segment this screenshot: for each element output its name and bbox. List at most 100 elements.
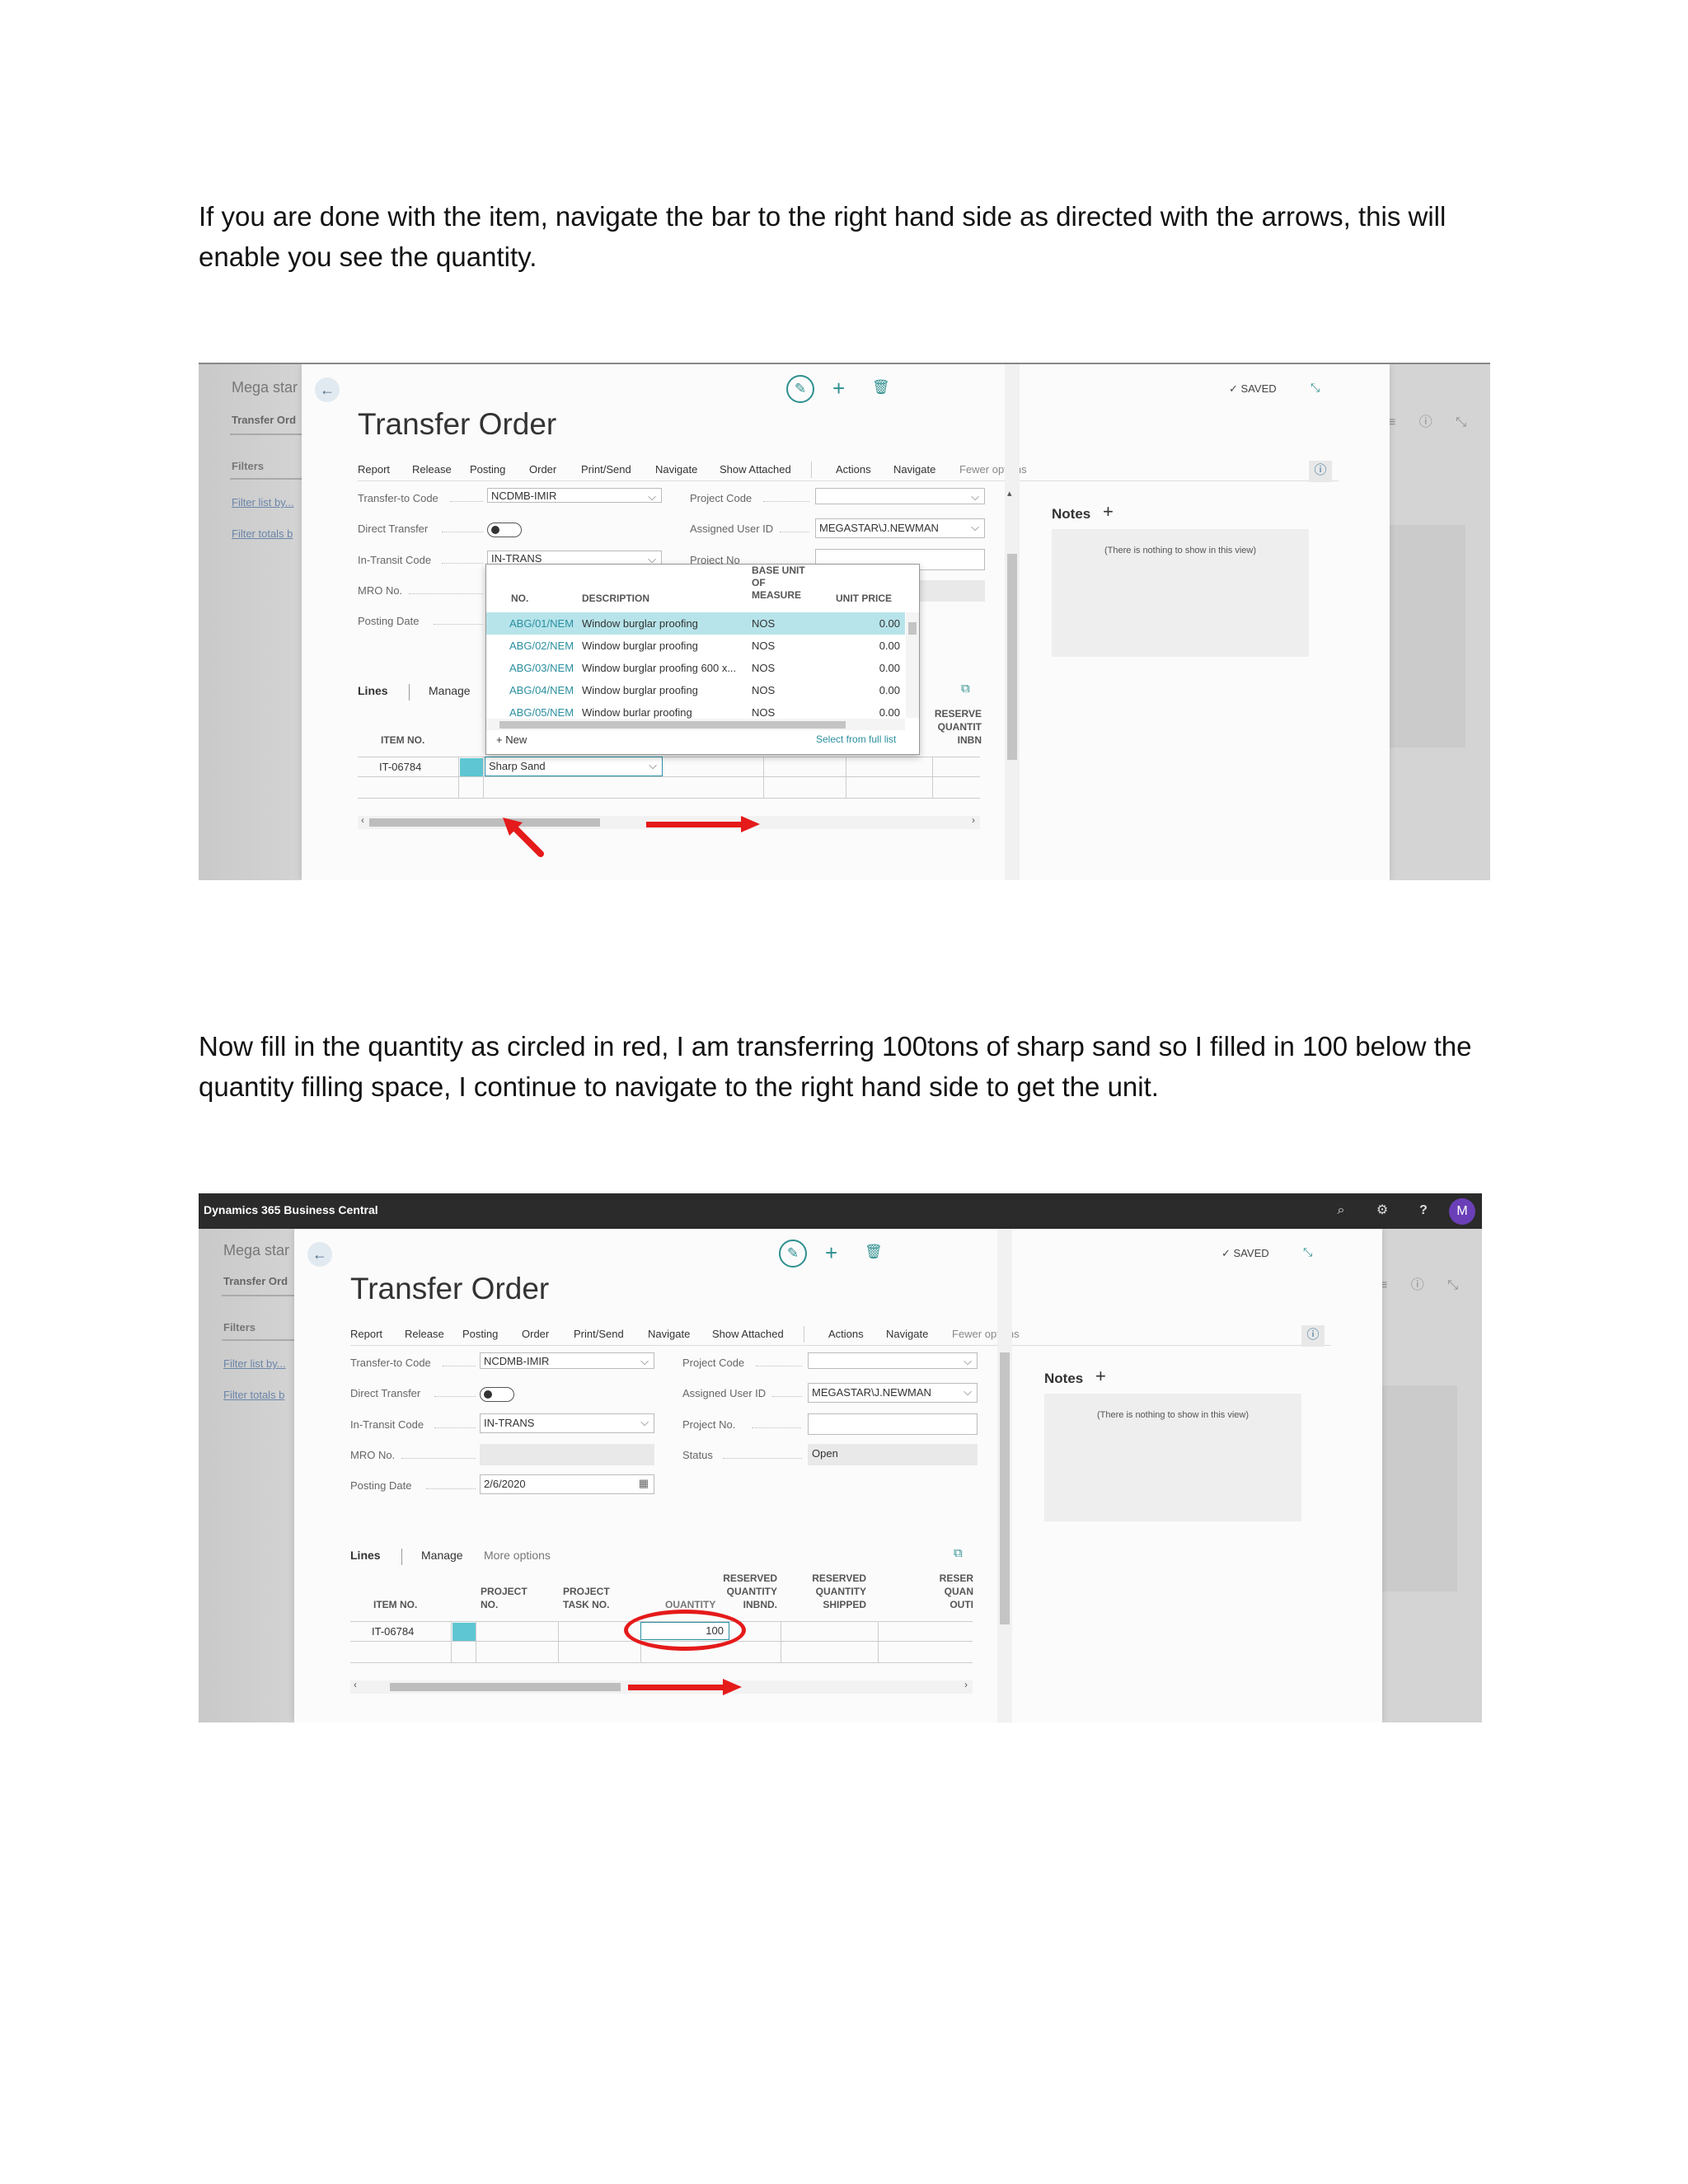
scroll-left-icon[interactable]: ‹ [354, 1679, 357, 1690]
reserved-qty-inbnd-header[interactable]: RESERVE QUANTIT INBN [932, 707, 982, 747]
page-vertical-scrollbar[interactable]: ▴ [1005, 364, 1020, 880]
filter-totals-link[interactable]: Filter totals b [232, 527, 293, 540]
reserved-qty-outbnd-header[interactable]: RESER QUAN OUTI [935, 1572, 973, 1611]
menu-release[interactable]: Release [405, 1328, 444, 1340]
scroll-thumb[interactable] [499, 721, 846, 729]
assigned-user-field[interactable]: MEGASTAR\J.NEWMAN ⌵ [815, 518, 985, 538]
dropdown-row[interactable]: ABG/04/NEM Window burglar proofing NOS 0.00 [486, 679, 905, 701]
in-transit-code-field[interactable]: IN-TRANS ⌵ [480, 1413, 654, 1433]
back-arrow-icon[interactable]: ← [307, 1242, 332, 1267]
dropdown-vertical-scrollbar[interactable] [906, 612, 919, 718]
dropdown-horizontal-scrollbar[interactable] [486, 719, 905, 730]
transfer-to-code-field[interactable]: NCDMB-IMIR ⌵ [480, 1352, 654, 1369]
project-task-no-header[interactable]: PROJECT TASK NO. [563, 1585, 610, 1611]
menu-navigate-2[interactable]: Navigate [893, 463, 935, 476]
transfer-to-code-field[interactable]: NCDMB-IMIR ⌵ [487, 488, 662, 503]
menu-print-send[interactable]: Print/Send [581, 463, 631, 476]
project-code-field[interactable]: ⌵ [815, 488, 985, 504]
posting-date-field[interactable]: 2/6/2020 ▦ [480, 1474, 654, 1494]
menu-navigate-2[interactable]: Navigate [886, 1328, 928, 1340]
item-no-header[interactable]: ITEM NO. [373, 1598, 417, 1611]
new-plus-icon[interactable]: + [832, 376, 845, 401]
dropdown-row[interactable]: ABG/03/NEM Window burglar proofing 600 x.… [486, 657, 905, 679]
lines-more-options[interactable]: More options [484, 1549, 551, 1562]
info-icon[interactable]: ⓘ [1309, 461, 1332, 482]
info-icon[interactable]: ⓘ [1301, 1325, 1325, 1347]
menu-actions[interactable]: Actions [828, 1328, 864, 1340]
scroll-right-icon[interactable]: › [964, 1679, 968, 1690]
table-row[interactable]: IT-06784 [358, 757, 980, 778]
settings-gear-icon[interactable]: ⚙ [1373, 1202, 1391, 1220]
cell-divider [878, 1622, 879, 1643]
add-note-plus-icon[interactable]: + [1095, 1366, 1106, 1387]
reserved-qty-shipped-header[interactable]: RESERVED QUANTITY SHIPPED [804, 1572, 866, 1611]
scroll-thumb[interactable] [908, 622, 917, 635]
delete-trash-icon[interactable]: 🗑 [872, 379, 890, 396]
collapse-icon[interactable]: ⤡ [1311, 381, 1320, 395]
menu-navigate[interactable]: Navigate [655, 463, 697, 476]
menu-report[interactable]: Report [358, 463, 390, 476]
cell-divider [763, 757, 764, 778]
lines-manage[interactable]: Manage [429, 684, 471, 697]
delete-trash-icon[interactable]: 🗑 [865, 1244, 883, 1260]
menu-report[interactable]: Report [350, 1328, 382, 1340]
search-icon[interactable]: ⌕ [1332, 1202, 1350, 1220]
select-full-list-link[interactable]: Select from full list [816, 733, 896, 745]
edit-pencil-icon[interactable]: ✎ [779, 1240, 807, 1268]
assigned-user-field[interactable]: MEGASTAR\J.NEWMAN ⌵ [808, 1383, 978, 1403]
scroll-thumb[interactable] [1007, 554, 1017, 760]
menu-order[interactable]: Order [522, 1328, 549, 1340]
menu-order[interactable]: Order [529, 463, 556, 476]
direct-transfer-toggle[interactable] [480, 1387, 514, 1402]
item-lookup-dropdown[interactable]: NO. DESCRIPTION BASE UNIT OF MEASURE UNI… [485, 564, 920, 755]
table-row-empty[interactable] [358, 778, 980, 799]
lines-manage[interactable]: Manage [421, 1549, 463, 1562]
help-icon[interactable]: ? [1414, 1202, 1432, 1220]
reserved-qty-inbnd-header[interactable]: RESERVED QUANTITY INBND. [723, 1572, 777, 1611]
scroll-thumb[interactable] [390, 1683, 621, 1691]
expand-lines-icon[interactable]: ⧉ [961, 682, 970, 696]
dotted-leader [723, 1458, 802, 1459]
scroll-thumb[interactable] [1000, 1352, 1010, 1624]
add-note-plus-icon[interactable]: + [1103, 501, 1114, 523]
item-no-header[interactable]: ITEM NO. [381, 733, 424, 747]
scroll-left-icon[interactable]: ‹ [361, 814, 364, 826]
project-no-header[interactable]: PROJECT NO. [481, 1585, 528, 1611]
menu-show-attached[interactable]: Show Attached [720, 463, 791, 476]
expand-lines-icon[interactable]: ⧉ [954, 1546, 963, 1560]
menu-navigate[interactable]: Navigate [648, 1328, 690, 1340]
filter-list-link[interactable]: Filter list by... [223, 1357, 286, 1370]
menu-show-attached[interactable]: Show Attached [712, 1328, 784, 1340]
scroll-thumb[interactable] [369, 818, 600, 827]
menu-posting[interactable]: Posting [470, 463, 505, 476]
menu-release[interactable]: Release [412, 463, 452, 476]
menu-actions[interactable]: Actions [836, 463, 871, 476]
menu-posting[interactable]: Posting [462, 1328, 498, 1340]
item-no-cell[interactable]: IT-06784 [372, 1625, 414, 1638]
project-code-field[interactable]: ⌵ [808, 1352, 978, 1369]
dropdown-row[interactable]: ABG/05/NEM Window burlar proofing NOS 0.00 [486, 701, 905, 719]
user-avatar[interactable]: M [1449, 1198, 1475, 1225]
project-no-field[interactable] [808, 1413, 978, 1435]
edit-pencil-icon[interactable]: ✎ [786, 375, 814, 403]
dropdown-new-button[interactable]: + New [496, 733, 527, 746]
in-transit-code-field[interactable]: IN-TRANS ⌵ [487, 551, 662, 565]
quantity-header[interactable]: QUANTITY [665, 1598, 715, 1608]
collapse-icon[interactable]: ⤡ [1303, 1245, 1312, 1259]
dotted-leader [450, 501, 483, 502]
dropdown-row[interactable]: ABG/01/NEM Window burglar proofing NOS 0.00 [486, 612, 905, 635]
page-vertical-scrollbar[interactable] [997, 1229, 1012, 1722]
direct-transfer-toggle[interactable] [487, 523, 522, 537]
back-arrow-icon[interactable]: ← [315, 377, 340, 402]
transfer-to-code-label: Transfer-to Code [350, 1357, 431, 1369]
description-input[interactable]: Sharp Sand ⌵ [485, 757, 663, 776]
menu-print-send[interactable]: Print/Send [574, 1328, 624, 1340]
dropdown-row[interactable]: ABG/02/NEM Window burglar proofing NOS 0.00 [486, 635, 905, 657]
scroll-right-icon[interactable]: › [972, 814, 975, 826]
item-no-cell[interactable]: IT-06784 [379, 761, 421, 773]
new-plus-icon[interactable]: + [825, 1240, 837, 1266]
filter-totals-link[interactable]: Filter totals b [223, 1389, 284, 1401]
calendar-icon[interactable]: ▦ [639, 1477, 649, 1490]
scroll-up-icon[interactable]: ▴ [1007, 488, 1012, 499]
filter-list-link[interactable]: Filter list by... [232, 496, 294, 509]
